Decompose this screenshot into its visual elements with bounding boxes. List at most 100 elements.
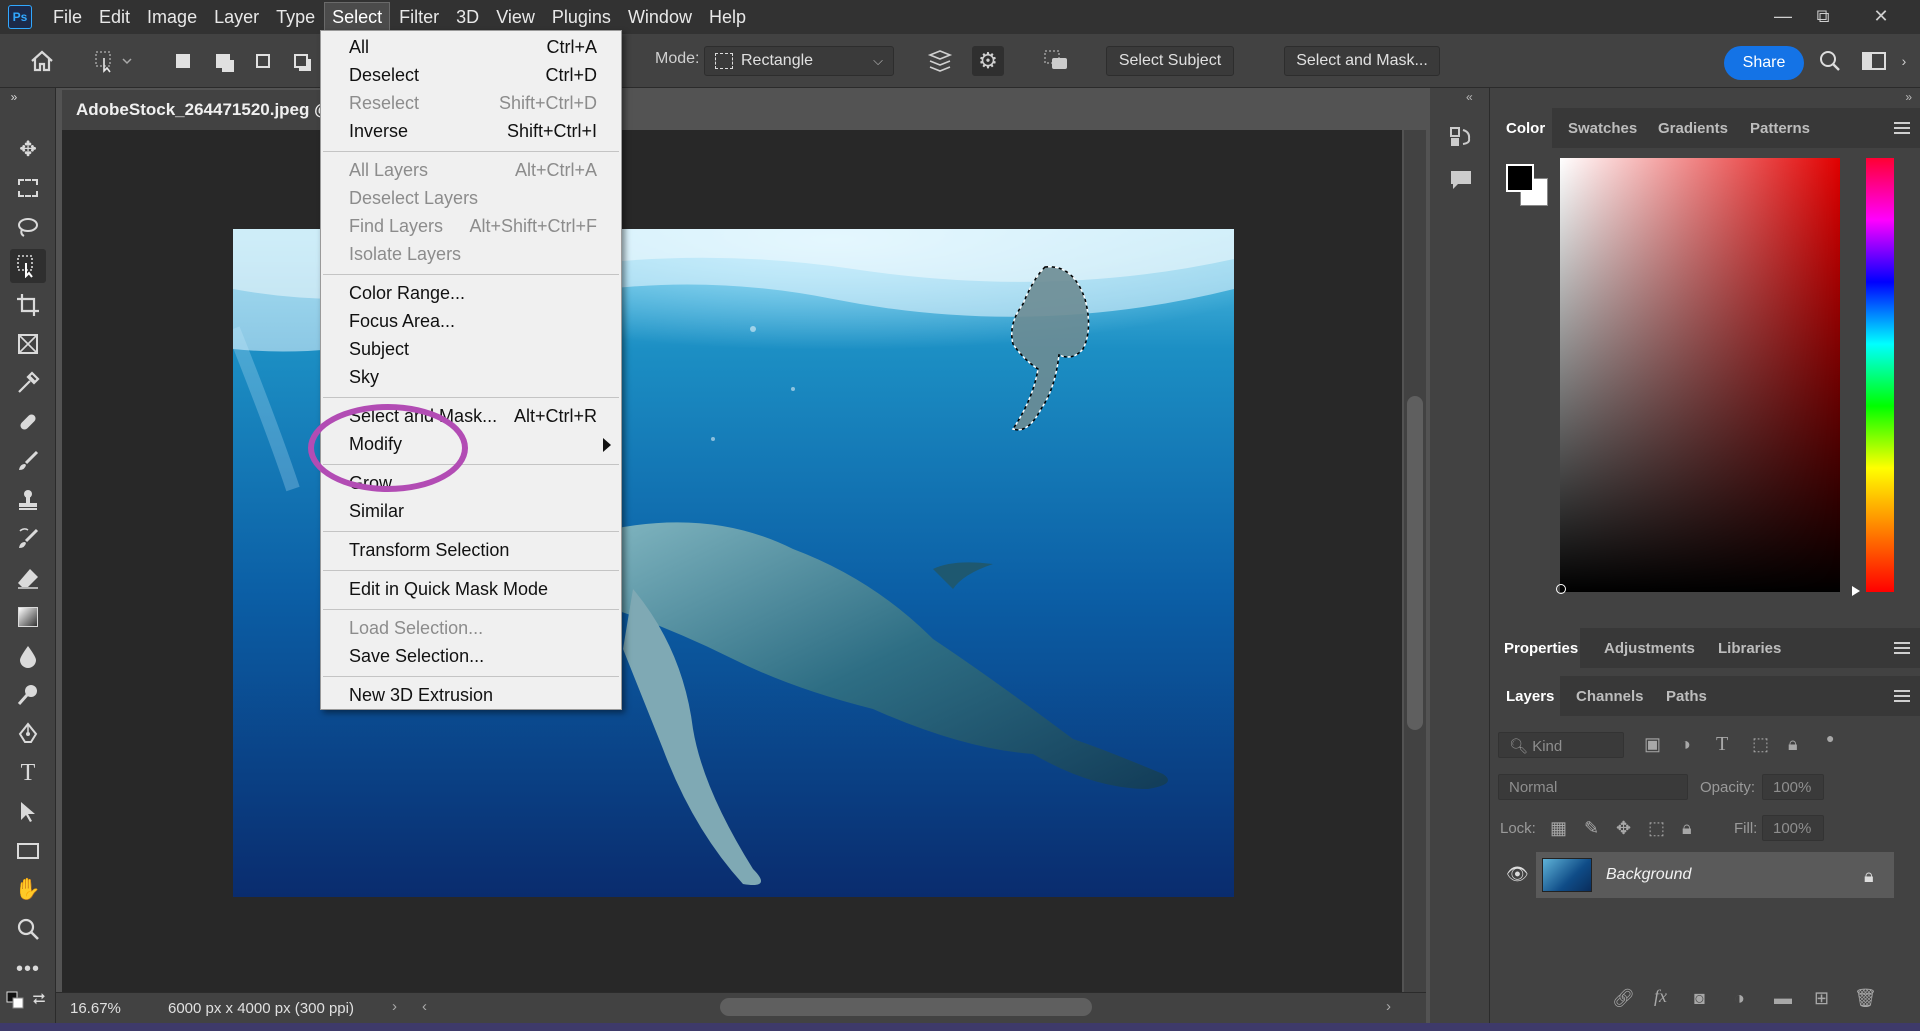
new-group-icon[interactable]: ▬ <box>1774 988 1792 1009</box>
menu-item-new-3d-extrusion[interactable]: New 3D Extrusion <box>321 683 621 709</box>
menu-item-all-layers[interactable]: All Layers Alt+Ctrl+A <box>321 158 621 184</box>
mode-select[interactable]: Rectangle ⌵ <box>704 46 894 76</box>
lock-artboard-icon[interactable]: ⬚ <box>1648 818 1665 839</box>
healing-brush-tool-icon[interactable] <box>10 405 46 439</box>
comments-panel-icon[interactable] <box>1448 168 1474 197</box>
layers-panel-menu-icon[interactable] <box>1894 690 1910 702</box>
layer-filter-input[interactable]: 🔍︎ Kind <box>1498 732 1624 758</box>
select-and-mask-button[interactable]: Select and Mask... <box>1284 46 1440 76</box>
history-brush-tool-icon[interactable] <box>10 522 46 556</box>
lock-position-icon[interactable]: ✥ <box>1616 818 1631 839</box>
sample-all-layers-icon[interactable] <box>924 46 956 76</box>
scroll-right-icon[interactable]: › <box>1386 998 1391 1015</box>
settings-gear-icon[interactable]: ⚙ <box>972 46 1004 76</box>
dodge-tool-icon[interactable] <box>10 678 46 712</box>
filter-type-icon[interactable]: T <box>1716 733 1728 756</box>
menu-item-deselect-layers[interactable]: Deselect Layers <box>321 186 621 212</box>
object-selection-preset-icon[interactable] <box>88 46 138 76</box>
lock-all-icon[interactable]: 🔒︎ <box>1682 818 1692 839</box>
move-tool-icon[interactable]: ✥ <box>10 132 46 166</box>
menu-item-transform-selection[interactable]: Transform Selection <box>321 538 621 564</box>
object-selection-tool-icon[interactable] <box>10 249 46 283</box>
home-icon[interactable] <box>26 46 58 76</box>
foreground-color-swatch-front[interactable] <box>1506 164 1534 192</box>
menu-item-reselect[interactable]: Reselect Shift+Ctrl+D <box>321 91 621 117</box>
marquee-tool-icon[interactable] <box>10 171 46 205</box>
filter-toggle-icon[interactable]: ● <box>1826 730 1834 746</box>
rectangle-tool-icon[interactable] <box>10 834 46 868</box>
add-to-selection-icon[interactable] <box>212 50 234 72</box>
menu-help[interactable]: Help <box>702 3 753 32</box>
workspace-icon[interactable] <box>1858 46 1890 76</box>
type-tool-icon[interactable]: T <box>10 756 46 790</box>
chevron-right-icon[interactable]: › <box>392 998 397 1015</box>
expand-panels-icon[interactable]: » <box>1905 90 1912 104</box>
properties-panel-menu-icon[interactable] <box>1894 642 1910 654</box>
hue-slider-handle[interactable] <box>1852 586 1860 596</box>
menu-item-focus-area[interactable]: Focus Area... <box>321 309 621 335</box>
pen-tool-icon[interactable] <box>10 717 46 751</box>
menu-item-similar[interactable]: Similar <box>321 499 621 525</box>
menu-select[interactable]: Select <box>324 1 391 33</box>
zoom-level[interactable]: 16.67% <box>70 1000 121 1017</box>
menu-window[interactable]: Window <box>621 3 699 32</box>
menu-item-deselect[interactable]: Deselect Ctrl+D <box>321 63 621 89</box>
menu-filter[interactable]: Filter <box>392 3 446 32</box>
menu-layer[interactable]: Layer <box>207 3 266 32</box>
search-icon[interactable] <box>1814 46 1846 76</box>
fill-input[interactable]: 100% <box>1762 815 1824 841</box>
menu-plugins[interactable]: Plugins <box>545 3 618 32</box>
tab-gradients[interactable]: Gradients <box>1658 120 1728 137</box>
frame-tool-icon[interactable] <box>10 327 46 361</box>
horizontal-scroll-thumb[interactable] <box>720 998 1092 1016</box>
clone-stamp-tool-icon[interactable] <box>10 483 46 517</box>
new-selection-icon[interactable] <box>172 50 194 72</box>
lasso-tool-icon[interactable] <box>10 210 46 244</box>
filter-smart-object-icon[interactable]: 🔒︎ <box>1788 734 1798 755</box>
menu-file[interactable]: File <box>46 3 89 32</box>
new-adjustment-layer-icon[interactable]: ◑ <box>1734 988 1745 1009</box>
menu-type[interactable]: Type <box>269 3 322 32</box>
tab-swatches[interactable]: Swatches <box>1568 120 1637 137</box>
close-icon[interactable]: ✕ <box>1858 0 1904 32</box>
document-tab[interactable]: AdobeStock_264471520.jpeg @ <box>62 90 331 130</box>
gradient-tool-icon[interactable] <box>10 600 46 634</box>
color-picker-field[interactable] <box>1560 158 1840 592</box>
object-finder-icon[interactable] <box>1040 46 1072 76</box>
path-selection-tool-icon[interactable] <box>10 795 46 829</box>
menu-item-subject[interactable]: Subject <box>321 337 621 363</box>
blend-mode-select[interactable]: Normal <box>1498 774 1688 800</box>
select-subject-button[interactable]: Select Subject <box>1106 46 1234 76</box>
hue-slider[interactable] <box>1866 158 1894 592</box>
collapse-panels-icon[interactable]: « <box>1466 90 1473 104</box>
lock-image-icon[interactable]: ✎ <box>1584 818 1599 839</box>
color-picker-cursor[interactable] <box>1556 584 1566 594</box>
tab-libraries[interactable]: Libraries <box>1718 640 1781 657</box>
hand-tool-icon[interactable]: ✋ <box>10 873 46 907</box>
menu-item-isolate-layers[interactable]: Isolate Layers <box>321 242 621 268</box>
eyedropper-tool-icon[interactable] <box>10 366 46 400</box>
intersect-selection-icon[interactable] <box>290 50 312 72</box>
history-panel-icon[interactable] <box>1448 124 1474 155</box>
link-layers-icon[interactable]: 🔗︎ <box>1612 988 1635 1009</box>
expand-icon[interactable]: › <box>1894 46 1914 76</box>
menu-item-color-range[interactable]: Color Range... <box>321 281 621 307</box>
delete-layer-icon[interactable]: 🗑︎ <box>1854 988 1877 1009</box>
tab-channels[interactable]: Channels <box>1576 688 1644 705</box>
restore-icon[interactable]: ⧉ <box>1800 0 1846 32</box>
menu-item-inverse[interactable]: Inverse Shift+Ctrl+I <box>321 119 621 145</box>
blur-tool-icon[interactable] <box>10 639 46 673</box>
vertical-scroll-thumb[interactable] <box>1407 396 1423 730</box>
crop-tool-icon[interactable] <box>10 288 46 322</box>
scroll-left-icon[interactable]: ‹ <box>422 998 427 1015</box>
subtract-from-selection-icon[interactable] <box>252 50 274 72</box>
eraser-tool-icon[interactable] <box>10 561 46 595</box>
collapse-toolbar-icon[interactable]: » <box>4 88 24 106</box>
tab-adjustments[interactable]: Adjustments <box>1604 640 1695 657</box>
color-panel-menu-icon[interactable] <box>1894 122 1910 134</box>
filter-adjustment-icon[interactable]: ◑ <box>1680 734 1691 755</box>
zoom-tool-icon[interactable] <box>10 912 46 946</box>
filter-shape-icon[interactable]: ⬚ <box>1752 734 1769 755</box>
menu-3d[interactable]: 3D <box>449 3 486 32</box>
tab-patterns[interactable]: Patterns <box>1750 120 1810 137</box>
